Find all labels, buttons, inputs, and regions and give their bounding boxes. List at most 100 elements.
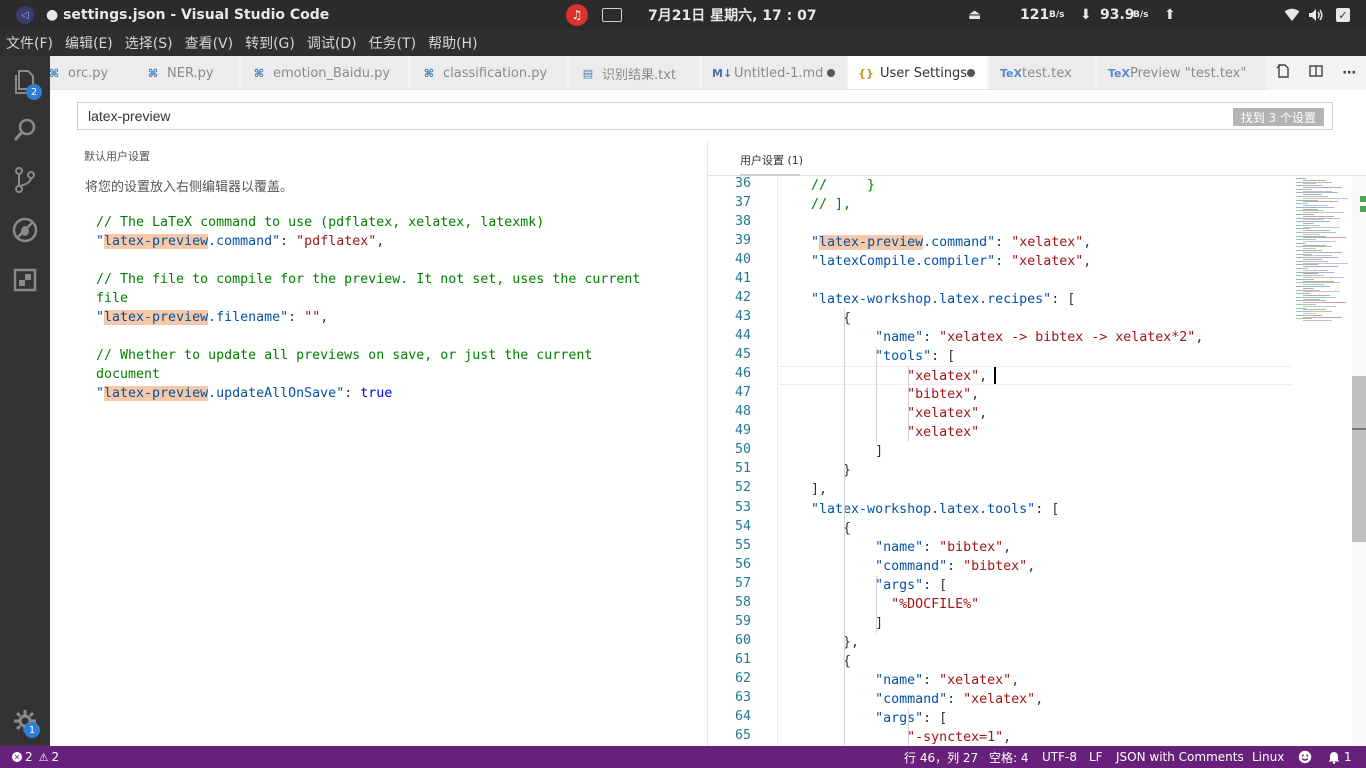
more-actions-icon[interactable]: ⋯ [1342,65,1356,81]
explorer-icon[interactable]: 2 [0,58,50,106]
menu-debug[interactable]: 调试(D) [307,33,357,53]
editor-vertical-scrollbar[interactable] [1352,176,1366,746]
music-app-icon[interactable]: ♫ [566,0,588,30]
gear-icon[interactable]: 1 [0,698,50,744]
open-file-icon[interactable] [1276,64,1290,82]
volume-icon[interactable] [1308,0,1324,30]
code-token: "name" [779,539,924,555]
net-upload-speed: 121 [1020,7,1050,23]
code-line[interactable]: "command": "xelatex", [779,690,1292,709]
menu-edit[interactable]: 编辑(E) [65,33,113,53]
menu-file[interactable]: 文件(F) [6,33,53,53]
setting-latex-preview-update-all-on-save[interactable]: "latex-preview.updateAllOnSave": true [96,384,392,403]
code-line[interactable]: "latex-workshop.latex.recipes": [ [779,290,1292,309]
debug-icon[interactable] [0,206,50,254]
code-line[interactable]: ] [779,614,1292,633]
window-title: ● settings.json - Visual Studio Code [46,7,330,23]
panel-divider[interactable] [694,142,708,746]
line-number: 63 [734,689,751,705]
code-line[interactable]: "xelatex", [779,404,1292,423]
clock[interactable]: 7月21日 星期六, 17 : 07 [648,0,817,30]
tab-preview-test-tex[interactable]: TeX Preview "test.tex" [1098,56,1266,89]
split-editor-icon[interactable] [1309,65,1323,81]
menu-tasks[interactable]: 任务(T) [369,33,416,53]
encoding[interactable]: UTF-8 [1042,746,1077,768]
code-line[interactable]: "xelatex", [779,366,1292,386]
minimap[interactable] [1292,176,1352,746]
source-control-icon[interactable] [0,156,50,204]
keyboard-icon[interactable] [602,0,622,30]
code-line[interactable]: "tools": [ [779,347,1292,366]
tex-file-icon: TeX [1000,66,1022,80]
code-line[interactable]: // } [779,176,1292,195]
tab-user-settings[interactable]: {} User Settings [848,56,988,89]
menu-selection[interactable]: 选择(S) [125,33,173,53]
problems-indicator[interactable]: ✕ 2 ⚠ 2 [12,746,59,768]
settings-search-input[interactable] [88,107,1188,125]
code-line[interactable]: "-synctex=1", [779,728,1292,746]
tab-emotion-baidu-py[interactable]: ⌘ emotion_Baidu.py [241,56,409,89]
code-token: "args" [779,577,924,593]
code-line[interactable]: } [779,461,1292,480]
code-line[interactable]: { [779,309,1292,328]
code-token: "latexCompile.compiler" [779,254,996,270]
line-number: 55 [734,537,751,553]
code-line[interactable]: "latexCompile.compiler": "xelatex", [779,252,1292,271]
code-token: " [779,235,820,251]
minimap-line [1303,241,1336,242]
code-line[interactable] [779,271,1292,290]
setting-latex-preview-command[interactable]: "latex-preview.command": "pdflatex", [96,232,384,251]
code-line[interactable]: "args": [ [779,709,1292,728]
code-line[interactable]: ] [779,442,1292,461]
code-token: , [979,406,988,422]
eject-icon[interactable]: ⏏ [968,0,981,30]
tab-recognition-result-txt[interactable]: ▤ 识别结果.txt [570,56,700,89]
cursor-position[interactable]: 行 46，列 27 [904,746,978,768]
code-line[interactable]: "xelatex" [779,423,1292,442]
tab-untitled-md[interactable]: M↓ Untitled-1.md [702,56,848,89]
feedback-smiley-icon[interactable] [1298,746,1312,768]
tab-classification-py[interactable]: ⌘ classification.py [411,56,568,89]
search-icon[interactable] [0,106,50,154]
tab-test-tex[interactable]: TeX test.tex [990,56,1096,89]
wifi-icon[interactable] [1284,0,1300,30]
code-line[interactable]: }, [779,633,1292,652]
menu-go[interactable]: 转到(G) [245,33,295,53]
setting-latex-preview-filename[interactable]: "latex-preview.filename": "", [96,308,328,327]
line-number: 57 [734,575,751,591]
code-line[interactable]: "name": "xelatex", [779,671,1292,690]
error-icon: ✕ [12,752,22,762]
line-number: 61 [734,651,751,667]
code-line[interactable]: "name": "xelatex -> bibtex -> xelatex*2"… [779,328,1292,347]
language-mode[interactable]: JSON with Comments [1116,746,1244,768]
code-line[interactable]: { [779,519,1292,538]
user-settings-title[interactable]: 用户设置 (1) [740,152,803,168]
code-line[interactable]: "command": "bibtex", [779,557,1292,576]
tab-ner-py[interactable]: ⌘ NER.py [135,56,239,89]
code-line[interactable]: "args": [ [779,576,1292,595]
menu-view[interactable]: 查看(V) [185,33,234,53]
code-token: : [923,672,940,688]
unsaved-dot-icon[interactable] [967,69,975,77]
os-indicator[interactable]: Linux [1252,746,1284,768]
code-line[interactable] [779,214,1292,233]
code-line[interactable]: "bibtex", [779,385,1292,404]
code-line[interactable]: ], [779,480,1292,499]
menu-help[interactable]: 帮助(H) [428,33,477,53]
code-line[interactable]: "name": "bibtex", [779,538,1292,557]
notifications[interactable]: 1 [1328,746,1352,768]
code-line[interactable]: { [779,652,1292,671]
vscode-app-icon[interactable]: ◁ [16,0,36,30]
code-line[interactable]: "latex-preview.command": "xelatex", [779,233,1292,252]
checkbox-icon[interactable]: ✓ [1336,0,1350,30]
code-editor[interactable]: // } // ], "latex-preview.command": "xel… [779,176,1292,746]
code-line[interactable]: "%DOCFILE%" [779,595,1292,614]
indentation[interactable]: 空格: 4 [989,746,1029,768]
scrollbar-thumb[interactable] [1352,376,1366,542]
end-of-line[interactable]: LF [1089,746,1103,768]
code-line[interactable]: // ], [779,195,1292,214]
search-highlight: latex-preview [104,310,209,325]
extensions-icon[interactable] [0,256,50,304]
unsaved-dot-icon[interactable] [827,69,835,77]
code-line[interactable]: "latex-workshop.latex.tools": [ [779,500,1292,519]
